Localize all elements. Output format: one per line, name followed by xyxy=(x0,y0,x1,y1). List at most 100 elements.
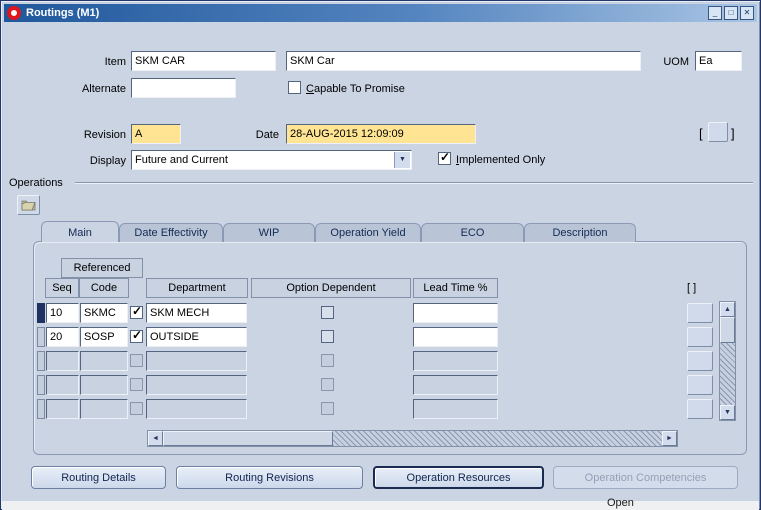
check-mark: ✓ xyxy=(440,150,451,164)
tab-description[interactable]: Description xyxy=(524,223,636,242)
referenced-checkbox[interactable] xyxy=(130,402,143,415)
row-flexfield-box[interactable] xyxy=(687,375,713,395)
record-indicator[interactable] xyxy=(37,327,45,347)
flexfield-open-bracket: [ xyxy=(699,126,703,141)
referenced-checkbox[interactable] xyxy=(130,378,143,391)
record-indicator[interactable] xyxy=(37,303,45,323)
referenced-checkbox[interactable]: ✓ xyxy=(130,328,143,343)
code-cell[interactable] xyxy=(80,351,128,371)
minimize-button[interactable]: _ xyxy=(708,6,722,20)
seq-column-header: Seq xyxy=(45,278,79,298)
routing-details-button[interactable]: Routing Details xyxy=(31,466,166,489)
department-cell[interactable] xyxy=(146,399,247,419)
lead-time-cell[interactable] xyxy=(413,327,498,347)
horizontal-scroll-thumb[interactable] xyxy=(163,431,333,446)
horizontal-scrollbar[interactable]: ◄ ► xyxy=(147,430,678,447)
vertical-scrollbar[interactable]: ▲ ▼ xyxy=(719,301,736,421)
code-cell[interactable] xyxy=(80,399,128,419)
seq-cell[interactable]: 20 xyxy=(46,327,79,347)
row-flexfield-box[interactable] xyxy=(687,399,713,419)
department-cell[interactable]: SKM MECH xyxy=(146,303,247,323)
window-title: Routings (M1) xyxy=(26,7,100,19)
department-cell[interactable] xyxy=(146,351,247,371)
option-dependent-checkbox[interactable] xyxy=(321,402,334,415)
tab-eco[interactable]: ECO xyxy=(421,223,524,242)
flexfield-close-bracket: ] xyxy=(731,126,735,141)
close-button[interactable]: ✕ xyxy=(740,6,754,20)
capable-to-promise-checkbox[interactable] xyxy=(288,81,301,94)
oracle-logo-icon xyxy=(7,6,21,20)
code-cell[interactable]: SKMC xyxy=(80,303,128,323)
implemented-only-checkbox[interactable]: ✓ xyxy=(438,150,451,165)
chevron-down-icon[interactable]: ▼ xyxy=(394,152,410,168)
lead-time-column-header: Lead Time % xyxy=(413,278,498,298)
referenced-checkbox[interactable]: ✓ xyxy=(130,304,143,319)
row-flexfield-box[interactable] xyxy=(687,303,713,323)
implemented-only-label: Implemented Only xyxy=(456,154,546,166)
row-flexfield-box[interactable] xyxy=(687,351,713,371)
check-mark: ✓ xyxy=(132,304,143,318)
department-cell[interactable]: OUTSIDE xyxy=(146,327,247,347)
lead-time-cell[interactable] xyxy=(413,303,498,323)
row-flexfield-box[interactable] xyxy=(687,327,713,347)
revision-field[interactable]: A xyxy=(131,124,181,144)
open-folder-icon xyxy=(21,200,36,211)
background-open-text: Open xyxy=(607,497,634,509)
alternate-field[interactable] xyxy=(131,78,236,98)
lead-time-cell[interactable] xyxy=(413,351,498,371)
seq-cell[interactable]: 10 xyxy=(46,303,79,323)
lead-time-cell[interactable] xyxy=(413,399,498,419)
background-window-strip xyxy=(2,501,759,510)
seq-cell[interactable] xyxy=(46,375,79,395)
header-flexfield-box[interactable] xyxy=(708,122,728,142)
referenced-column-header: Referenced xyxy=(61,258,143,278)
tab-main[interactable]: Main xyxy=(41,221,119,242)
option-dependent-checkbox[interactable] xyxy=(321,306,334,319)
option-dependent-checkbox[interactable] xyxy=(321,330,334,343)
referenced-checkbox[interactable] xyxy=(130,354,143,367)
uom-field[interactable]: Ea xyxy=(695,51,742,71)
option-dependent-checkbox[interactable] xyxy=(321,354,334,367)
scroll-down-icon[interactable]: ▼ xyxy=(720,405,735,420)
capable-to-promise-label: Capable To Promise xyxy=(306,83,405,95)
code-column-header: Code xyxy=(79,278,129,298)
maximize-button[interactable]: □ xyxy=(724,6,738,20)
code-cell[interactable]: SOSP xyxy=(80,327,128,347)
display-combo[interactable]: Future and Current ▼ xyxy=(131,150,412,170)
record-indicator[interactable] xyxy=(37,375,45,395)
alternate-label: Alternate xyxy=(81,83,126,95)
vertical-scroll-thumb[interactable] xyxy=(720,317,735,343)
row-flexfield-column-header: [ ] xyxy=(687,282,697,294)
record-indicator[interactable] xyxy=(37,399,45,419)
operations-folder-button[interactable] xyxy=(17,195,40,215)
scroll-left-icon[interactable]: ◄ xyxy=(148,431,163,446)
date-field[interactable]: 28-AUG-2015 12:09:09 xyxy=(286,124,476,144)
option-dependent-column-header: Option Dependent xyxy=(251,278,411,298)
revision-label: Revision xyxy=(83,129,126,141)
operation-resources-button[interactable]: Operation Resources xyxy=(373,466,544,489)
department-cell[interactable] xyxy=(146,375,247,395)
operation-competencies-button: Operation Competencies xyxy=(553,466,738,489)
item-label: Item xyxy=(104,56,126,68)
lead-time-cell[interactable] xyxy=(413,375,498,395)
scroll-up-icon[interactable]: ▲ xyxy=(720,302,735,317)
routing-revisions-button[interactable]: Routing Revisions xyxy=(176,466,363,489)
item-field[interactable]: SKM CAR xyxy=(131,51,276,71)
title-bar[interactable]: Routings (M1) _ □ ✕ xyxy=(4,4,757,22)
tab-wip[interactable]: WIP xyxy=(223,223,315,242)
display-label: Display xyxy=(89,155,126,167)
date-label: Date xyxy=(255,129,279,141)
seq-cell[interactable] xyxy=(46,351,79,371)
tab-operation-yield[interactable]: Operation Yield xyxy=(315,223,421,242)
scroll-right-icon[interactable]: ► xyxy=(662,431,677,446)
option-dependent-checkbox[interactable] xyxy=(321,378,334,391)
seq-cell[interactable] xyxy=(46,399,79,419)
tab-date-effectivity[interactable]: Date Effectivity xyxy=(119,223,223,242)
record-indicator[interactable] xyxy=(37,351,45,371)
item-description-field[interactable]: SKM Car xyxy=(286,51,641,71)
operations-section-label: Operations xyxy=(9,177,63,189)
screen: Routings (M1) _ □ ✕ Item SKM CAR SKM Car… xyxy=(0,0,761,510)
department-column-header: Department xyxy=(146,278,248,298)
section-divider xyxy=(75,182,753,184)
code-cell[interactable] xyxy=(80,375,128,395)
